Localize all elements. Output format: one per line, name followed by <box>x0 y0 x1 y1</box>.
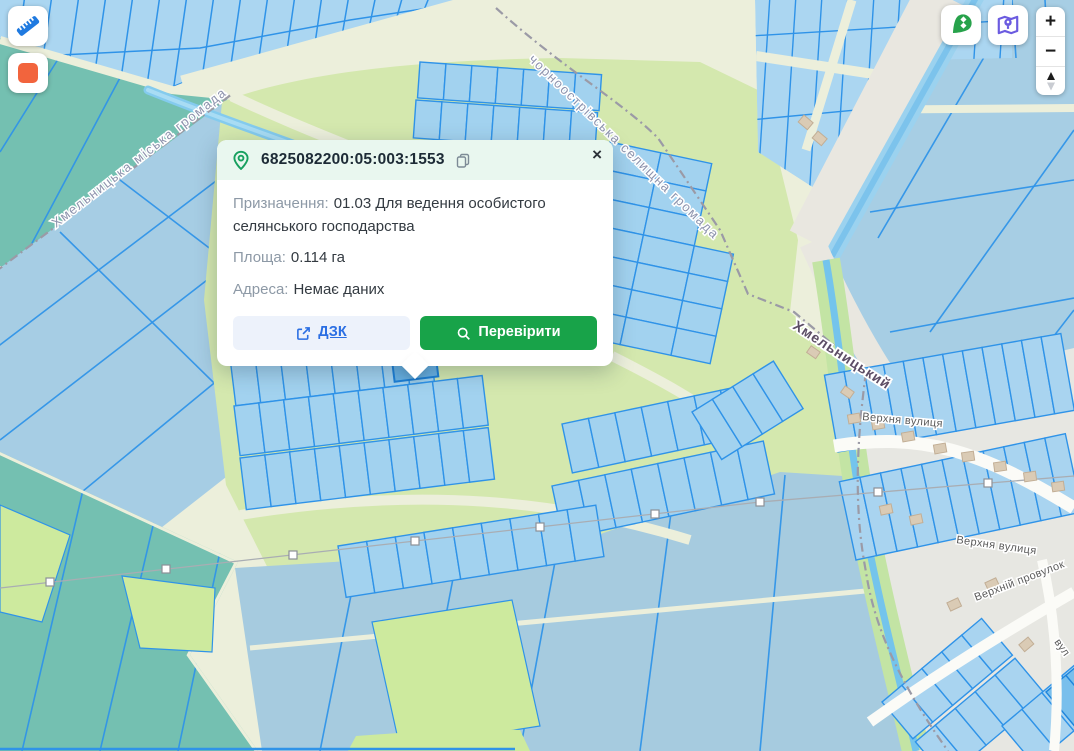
dzk-link-button[interactable]: ДЗК <box>233 316 410 350</box>
dzk-label: ДЗК <box>318 322 346 344</box>
field-area: Площа: 0.114 га <box>233 247 597 270</box>
field-label: Площа: <box>233 249 286 266</box>
field-purpose: Призначення:01.03 Для ведення особистого… <box>233 193 597 238</box>
location-pin-icon <box>231 150 251 170</box>
checkered-pin-icon <box>948 12 974 38</box>
basemap-button[interactable] <box>988 5 1028 45</box>
field-label: Адреса: <box>233 281 288 298</box>
field-value: 0.114 га <box>291 249 345 266</box>
orange-square-icon <box>18 63 38 83</box>
popup-actions: ДЗК Перевірити <box>233 316 597 350</box>
field-value: Немає даних <box>293 281 384 298</box>
popup-body: Призначення:01.03 Для ведення особистого… <box>217 180 613 366</box>
zoom-in-button[interactable]: + <box>1036 7 1065 36</box>
field-address: Адреса: Немає даних <box>233 279 597 302</box>
verify-label: Перевірити <box>478 322 560 344</box>
green-parcel[interactable] <box>372 600 540 748</box>
area-marker-button[interactable] <box>8 53 48 93</box>
cadastre-layer-button[interactable] <box>941 5 981 45</box>
external-link-icon <box>296 326 311 341</box>
map-canvas[interactable]: Хмельницька міська громада чорноострівсь… <box>0 0 1074 751</box>
verify-button[interactable]: Перевірити <box>420 316 597 350</box>
copy-icon[interactable] <box>455 152 471 168</box>
cadastral-number: 6825082200:05:003:1553 <box>261 151 445 169</box>
map-icon <box>995 12 1021 38</box>
field-label: Призначення: <box>233 195 329 212</box>
zoom-out-button[interactable]: − <box>1036 37 1065 66</box>
zoom-control: + − <box>1036 7 1065 95</box>
parcel-info-popup: 6825082200:05:003:1553 × Призначення:01.… <box>217 140 613 366</box>
measure-tool-button[interactable] <box>8 6 48 46</box>
close-icon[interactable]: × <box>592 146 602 163</box>
compass-button[interactable] <box>1036 67 1065 95</box>
search-icon <box>456 326 471 341</box>
compass-needle-icon <box>1041 70 1061 92</box>
popup-header: 6825082200:05:003:1553 × <box>217 140 613 180</box>
cadastral-map-app: Хмельницька міська громада чорноострівсь… <box>0 0 1074 751</box>
ruler-icon <box>15 13 41 39</box>
